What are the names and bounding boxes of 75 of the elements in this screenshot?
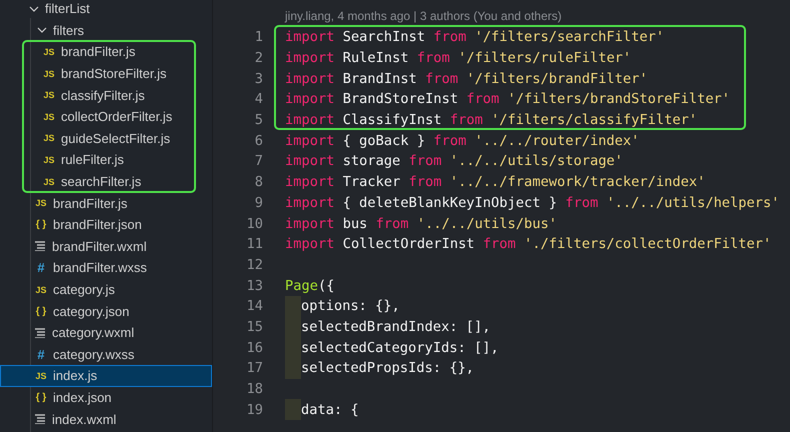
line-number: 18 (246, 381, 263, 398)
file-tree-item[interactable]: JS ruleFilter.js (0, 149, 212, 171)
line-number: 11 (246, 236, 263, 252)
code-line: import bus from '../../utils/bus' (285, 216, 557, 232)
javascript-file-icon: JS (43, 68, 55, 79)
file-tree-item[interactable]: filterList (0, 0, 212, 20)
json-file-icon: { } (35, 306, 47, 317)
file-tree-item[interactable]: { } category.json (0, 300, 212, 322)
line-number: 6 (254, 132, 263, 149)
javascript-file-icon: JS (35, 284, 47, 295)
line-number: 8 (254, 174, 263, 190)
line-number: 2 (254, 50, 263, 66)
code-line: import BrandStoreInst from '/filters/brandStoreFilter' (285, 91, 730, 108)
lines-icon (35, 414, 46, 424)
line-number: 19 (246, 402, 263, 418)
line-number: 12 (246, 256, 263, 273)
javascript-file-icon: JS (43, 133, 55, 144)
line-number: 4 (254, 91, 263, 108)
file-tree-item[interactable]: category.wxml (0, 322, 212, 344)
file-tree-item[interactable]: JS brandFilter.js (0, 192, 212, 214)
file-tree-item[interactable]: index.wxml (0, 408, 212, 430)
code-line: selectedPropsIds: {}, (301, 360, 474, 376)
javascript-file-icon: JS (35, 198, 47, 208)
javascript-file-icon: JS (43, 90, 55, 100)
code-line: import SearchInst from '/filters/searchFilter' (285, 29, 664, 46)
line-number: 9 (254, 194, 263, 211)
code-line: import { goBack } from '../../router/index' (285, 132, 640, 149)
code-line: data: { (301, 402, 359, 418)
code-line: import BrandInst from '/filters/brandFilter' (285, 70, 648, 87)
code-line: selectedBrandIndex: [], (301, 318, 491, 335)
file-tree-item[interactable]: filters (0, 20, 212, 42)
file-tree-item[interactable]: JS searchFilter.js (0, 170, 212, 192)
javascript-file-icon: JS (43, 154, 55, 165)
lines-icon (35, 241, 46, 252)
code-line: selectedCategoryIds: [], (301, 340, 499, 356)
code-line: import storage from '../../utils/storage' (285, 153, 623, 170)
file-tree-item[interactable]: brandFilter.wxml (0, 236, 212, 258)
file-tree-item[interactable]: JS index.js (0, 365, 212, 387)
json-file-icon: { } (35, 219, 47, 230)
hash-icon: # (35, 346, 47, 362)
javascript-file-icon: JS (43, 112, 55, 122)
blame-annotation: jiny.liang, 4 months ago | 3 authors (You and others) (284, 8, 563, 25)
file-tree-item[interactable]: JS guideSelectFilter.js (0, 128, 212, 150)
code-line: import RuleInst from '/filters/ruleFilter' (285, 50, 632, 66)
code-line: import Tracker from '../../framework/tracker/index' (285, 174, 706, 190)
javascript-file-icon: JS (43, 46, 55, 57)
file-tree-item[interactable]: JS classifyFilter.js (0, 84, 212, 106)
line-number: 15 (246, 318, 263, 335)
file-tree-item[interactable]: { } index.json (0, 386, 212, 408)
file-tree-item[interactable]: # category.wxss (0, 344, 212, 366)
code-line: import CollectOrderInst from './filters/collectOrderFilter' (285, 236, 772, 252)
line-number: 14 (246, 298, 263, 314)
line-number: 10 (246, 216, 263, 232)
file-tree-item[interactable]: JS brandFilter.js (0, 41, 212, 63)
json-file-icon: { } (35, 392, 47, 403)
lines-icon (35, 328, 46, 338)
code-line: Page({ (285, 278, 334, 294)
line-number: 13 (246, 278, 263, 294)
javascript-file-icon: JS (43, 176, 55, 187)
file-tree-item[interactable]: JS brandStoreFilter.js (0, 62, 212, 84)
line-number: 1 (254, 29, 263, 46)
code-line: import { deleteBlankKeyInObject } from '../../utils/helpers' (285, 194, 780, 211)
file-tree-item[interactable]: # brandFilter.wxss (0, 257, 212, 279)
code-line: options: {}, (301, 298, 400, 314)
code-line: import ClassifyInst from '/filters/classifyFilter' (285, 112, 698, 128)
file-tree-item[interactable]: JS category.js (0, 278, 212, 300)
line-number: 17 (246, 360, 263, 376)
line-number: 3 (254, 70, 263, 87)
file-tree-item[interactable]: JS collectOrderFilter.js (0, 106, 212, 128)
line-number: 5 (254, 112, 263, 128)
javascript-file-icon: JS (35, 370, 47, 381)
line-number: 16 (246, 340, 263, 356)
hash-icon: # (35, 260, 47, 276)
line-number: 7 (254, 153, 263, 170)
file-tree-item[interactable]: { } brandFilter.json (0, 214, 212, 236)
